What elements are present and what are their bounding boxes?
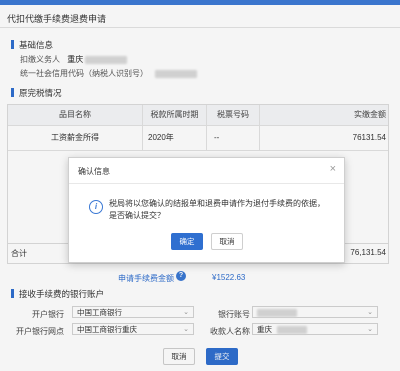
info-circle-icon: i <box>89 200 103 214</box>
dialog-cancel-button[interactable]: 取消 <box>211 233 243 250</box>
confirm-button[interactable]: 确定 <box>171 233 203 250</box>
dialog-divider <box>69 183 344 184</box>
dialog-title: 确认信息 <box>78 167 110 176</box>
dialog-message: 税局将以您确认的结报单和退费申请作为退付手续费的依据，是否确认提交？ <box>109 199 325 220</box>
close-icon[interactable]: × <box>330 163 336 175</box>
confirm-dialog: 确认信息 × i 税局将以您确认的结报单和退费申请作为退付手续费的依据，是否确认… <box>68 157 345 263</box>
